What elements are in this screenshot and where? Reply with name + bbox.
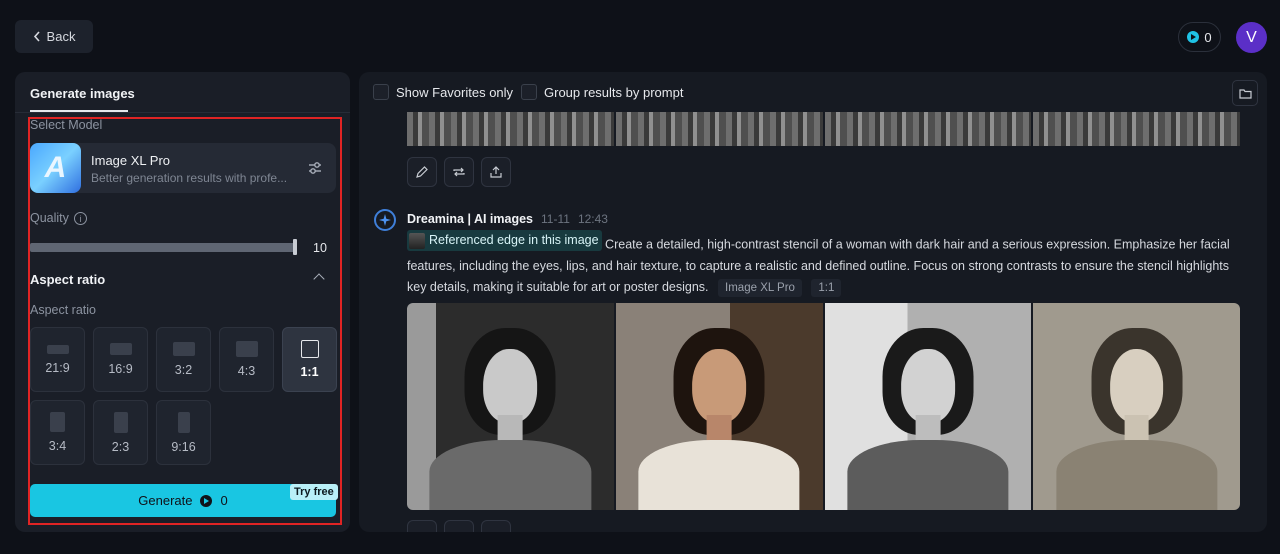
generated-image[interactable] xyxy=(407,303,614,510)
ratio-tag: 1:1 xyxy=(811,278,842,297)
aspect-ratio-option-9-16[interactable]: 9:16 xyxy=(156,400,211,465)
message-date: 11-11 xyxy=(541,212,570,226)
avatar-initial: V xyxy=(1246,28,1257,46)
credit-coin-icon xyxy=(200,494,213,507)
generate-label: Generate xyxy=(138,493,193,508)
aspect-ratio-option-label: 3:4 xyxy=(48,439,67,453)
model-tag: Image XL Pro xyxy=(718,278,802,297)
edit-button[interactable] xyxy=(407,520,437,532)
show-favorites-checkbox[interactable] xyxy=(373,84,389,100)
aspect-ratio-shape-icon xyxy=(177,411,190,433)
model-description: Better generation results with profe... xyxy=(91,171,288,185)
group-results-checkbox[interactable] xyxy=(521,84,537,100)
model-thumb-letter: A xyxy=(44,151,67,184)
message-time: 12:43 xyxy=(577,212,608,226)
export-button[interactable] xyxy=(481,520,511,532)
message-body: Referenced edge in this image Create a d… xyxy=(407,230,1247,298)
generate-cost: 0 xyxy=(220,493,228,508)
upload-icon xyxy=(490,166,502,178)
reference-label: Referenced edge in this image xyxy=(429,233,599,247)
generated-image[interactable] xyxy=(615,303,823,510)
tab-generate-images[interactable]: Generate images xyxy=(30,86,135,101)
aspect-ratio-shape-icon xyxy=(113,411,128,433)
aspect-ratio-option-4-3[interactable]: 4:3 xyxy=(219,327,274,392)
back-label: Back xyxy=(46,29,76,44)
aspect-ratio-option-label: 16:9 xyxy=(108,362,133,376)
regenerate-button[interactable] xyxy=(444,520,474,532)
credit-coin-icon xyxy=(1187,31,1200,43)
aspect-ratio-option-label: 1:1 xyxy=(300,365,319,379)
aspect-ratio-option-3-2[interactable]: 3:2 xyxy=(156,327,211,392)
panel-divider xyxy=(15,112,350,113)
group-results-label[interactable]: Group results by prompt xyxy=(544,85,683,100)
aspect-ratio-option-3-4[interactable]: 3:4 xyxy=(30,400,85,465)
show-favorites-label[interactable]: Show Favorites only xyxy=(396,85,513,100)
aspect-ratio-label: Aspect ratio xyxy=(30,303,97,317)
message-header: Dreamina | AI images 11-11 12:43 xyxy=(407,212,608,226)
aspect-ratio-option-1-1[interactable]: 1:1 xyxy=(282,327,337,392)
results-panel: Show Favorites only Group results by pro… xyxy=(359,72,1267,532)
quality-label: Quality xyxy=(30,211,69,225)
aspect-ratio-option-label: 4:3 xyxy=(237,364,256,378)
repeat-icon xyxy=(453,167,465,177)
generate-panel: Generate images Select Model A Image XL … xyxy=(15,72,350,532)
pencil-icon xyxy=(416,166,428,178)
edit-button[interactable] xyxy=(407,157,437,187)
select-model-label: Select Model xyxy=(30,118,103,132)
aspect-ratio-shape-icon xyxy=(235,341,258,357)
message-author: Dreamina | AI images xyxy=(407,212,534,226)
user-avatar[interactable]: V xyxy=(1236,22,1267,53)
aspect-ratio-shape-icon xyxy=(50,412,65,432)
aspect-ratio-shape-icon xyxy=(46,344,69,354)
aspect-ratio-shape-icon xyxy=(300,340,319,358)
info-icon[interactable]: i xyxy=(74,212,87,225)
aspect-ratio-option-label: 2:3 xyxy=(111,439,130,454)
back-button[interactable]: Back xyxy=(15,20,93,53)
generated-image[interactable] xyxy=(1033,303,1240,510)
aspect-ratio-option-label: 9:16 xyxy=(171,439,196,454)
previous-image[interactable] xyxy=(1033,112,1240,146)
aspect-ratio-option-label: 21:9 xyxy=(45,360,70,375)
previous-image[interactable] xyxy=(615,112,823,146)
aspect-ratio-shape-icon xyxy=(109,343,132,355)
try-free-badge: Try free xyxy=(290,484,338,500)
folder-button[interactable] xyxy=(1232,80,1258,106)
folder-icon xyxy=(1238,88,1252,99)
aspect-ratio-option-16-9[interactable]: 16:9 xyxy=(93,327,148,392)
previous-image[interactable] xyxy=(407,112,614,146)
aspect-ratio-option-label: 3:2 xyxy=(174,363,193,377)
quality-slider-handle[interactable] xyxy=(293,239,297,255)
regenerate-button[interactable] xyxy=(444,157,474,187)
aspect-ratio-section-title[interactable]: Aspect ratio xyxy=(30,272,105,287)
model-selector[interactable]: A Image XL Pro Better generation results… xyxy=(30,143,336,193)
aspect-ratio-option-2-3[interactable]: 2:3 xyxy=(93,400,148,465)
previous-results-strip[interactable] xyxy=(407,112,1240,146)
sparkle-icon xyxy=(379,214,391,226)
reference-chip[interactable]: Referenced edge in this image xyxy=(407,230,602,251)
aspect-ratio-shape-icon xyxy=(172,342,195,356)
top-bar: Back 0 V xyxy=(0,0,1280,72)
generated-image-grid xyxy=(407,303,1240,510)
dreamina-avatar xyxy=(374,209,396,231)
aspect-ratio-option-21-9[interactable]: 21:9 xyxy=(30,327,85,392)
export-button[interactable] xyxy=(481,157,511,187)
chevron-left-icon xyxy=(33,31,40,42)
quality-value: 10 xyxy=(313,241,327,255)
model-thumbnail: A xyxy=(30,143,81,193)
previous-image[interactable] xyxy=(824,112,1032,146)
quality-slider-track[interactable] xyxy=(30,243,296,252)
model-name: Image XL Pro xyxy=(91,153,171,168)
sliders-icon[interactable] xyxy=(306,159,324,177)
reference-thumbnail xyxy=(409,232,425,249)
chevron-up-icon[interactable] xyxy=(313,273,325,285)
credits-count: 0 xyxy=(1204,29,1212,45)
credits-badge[interactable]: 0 xyxy=(1178,22,1221,52)
generated-image[interactable] xyxy=(824,303,1032,510)
